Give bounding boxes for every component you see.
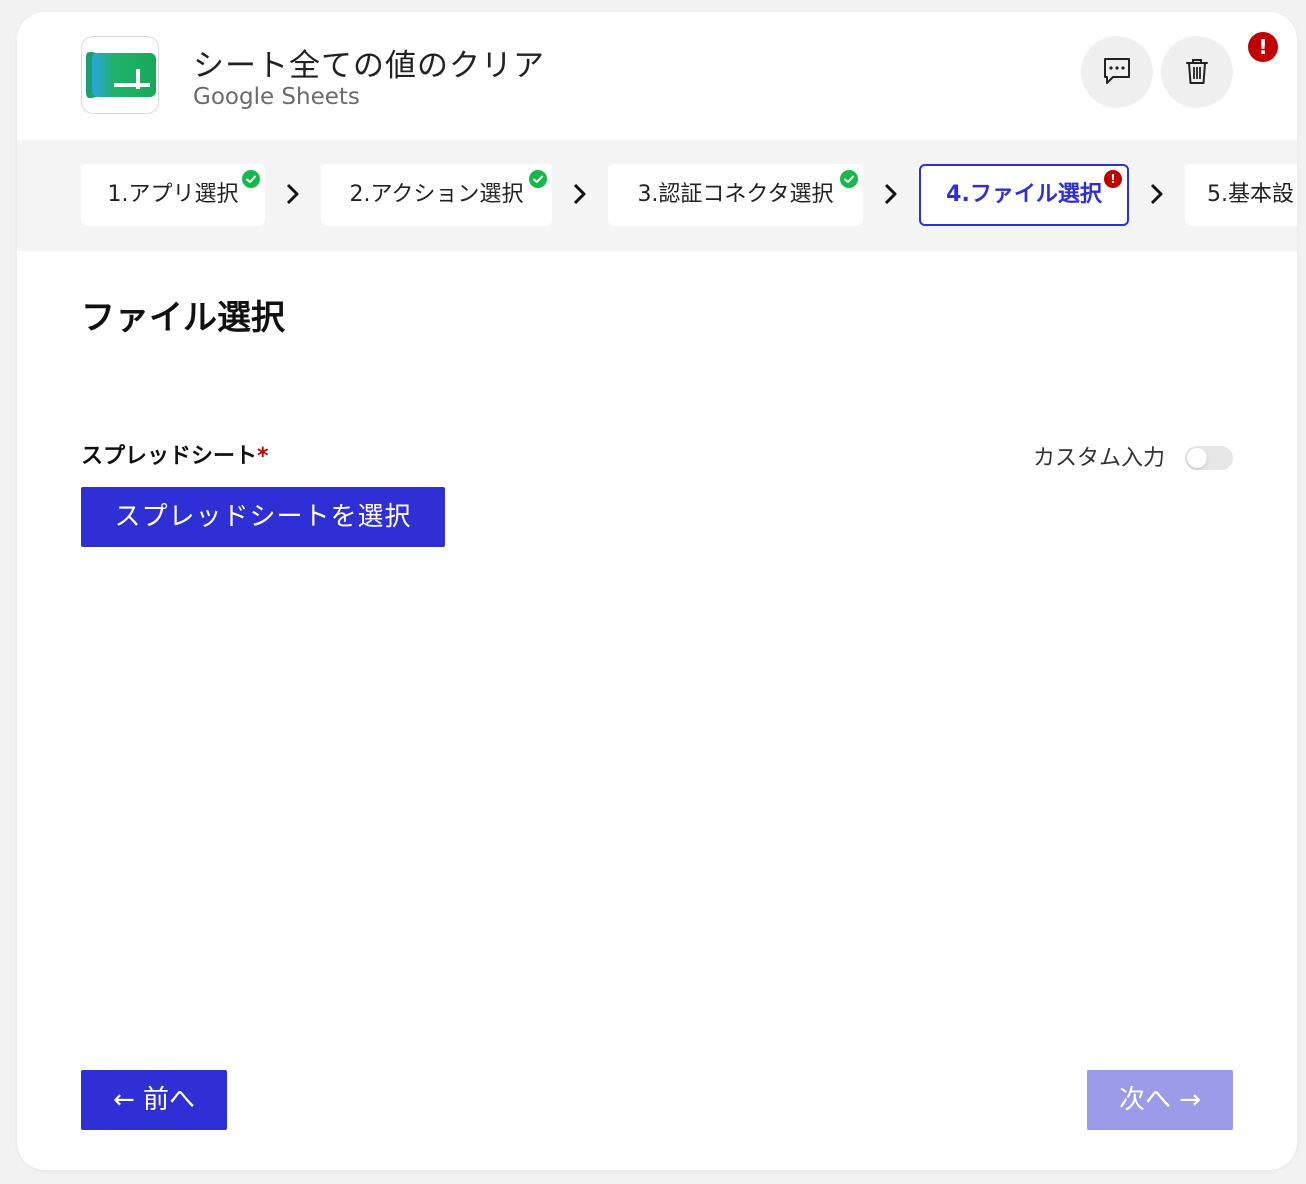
- step-label: 3.認証コネクタ選択: [637, 182, 834, 207]
- step-label: 1.アプリ選択: [107, 182, 239, 207]
- comment-icon: [1104, 58, 1130, 84]
- custom-input-toggle[interactable]: [1185, 446, 1233, 470]
- next-button[interactable]: 次へ →: [1087, 1070, 1233, 1130]
- check-icon: [840, 170, 858, 188]
- chevron-right-icon: [286, 183, 299, 205]
- steps-bar: 1.アプリ選択 2.アクション選択 3.認証コネクタ選択 4.ファイル選択 !: [17, 140, 1297, 251]
- delete-button[interactable]: [1161, 36, 1233, 108]
- chevron-right-icon: [1150, 183, 1163, 205]
- step-action-select[interactable]: 2.アクション選択: [321, 164, 552, 226]
- google-sheets-logo-icon: [81, 36, 159, 114]
- step-file-select[interactable]: 4.ファイル選択 !: [919, 164, 1129, 226]
- prev-button[interactable]: ← 前へ: [81, 1070, 227, 1130]
- app-title: シート全ての値のクリア: [193, 48, 545, 84]
- chevron-right-icon: [884, 183, 897, 205]
- step-app-select[interactable]: 1.アプリ選択: [81, 164, 265, 226]
- comment-button[interactable]: [1081, 36, 1153, 108]
- dialog-card: シート全ての値のクリア Google Sheets ! 1.アプリ選択 2.アク…: [17, 12, 1297, 1170]
- required-mark: *: [257, 444, 269, 469]
- spreadsheet-field-label: スプレッドシート*: [81, 438, 269, 470]
- chevron-right-icon: [573, 183, 586, 205]
- step-label: 4.ファイル選択: [946, 182, 1102, 207]
- alert-badge: !: [1248, 32, 1278, 62]
- step-label: 2.アクション選択: [349, 182, 524, 207]
- step-label: 5.基本設: [1207, 182, 1294, 207]
- section-title: ファイル選択: [81, 298, 285, 338]
- field-label-text: スプレッドシート: [81, 444, 258, 469]
- error-icon: !: [1104, 170, 1122, 188]
- toggle-knob: [1187, 448, 1207, 468]
- check-icon: [529, 170, 547, 188]
- step-basic-settings[interactable]: 5.基本設: [1185, 164, 1297, 226]
- select-spreadsheet-button[interactable]: スプレッドシートを選択: [81, 487, 445, 547]
- app-subtitle: Google Sheets: [193, 84, 360, 110]
- step-connector-select[interactable]: 3.認証コネクタ選択: [608, 164, 863, 226]
- custom-input-label: カスタム入力: [1033, 446, 1166, 471]
- trash-icon: [1186, 59, 1208, 84]
- check-icon: [242, 170, 260, 188]
